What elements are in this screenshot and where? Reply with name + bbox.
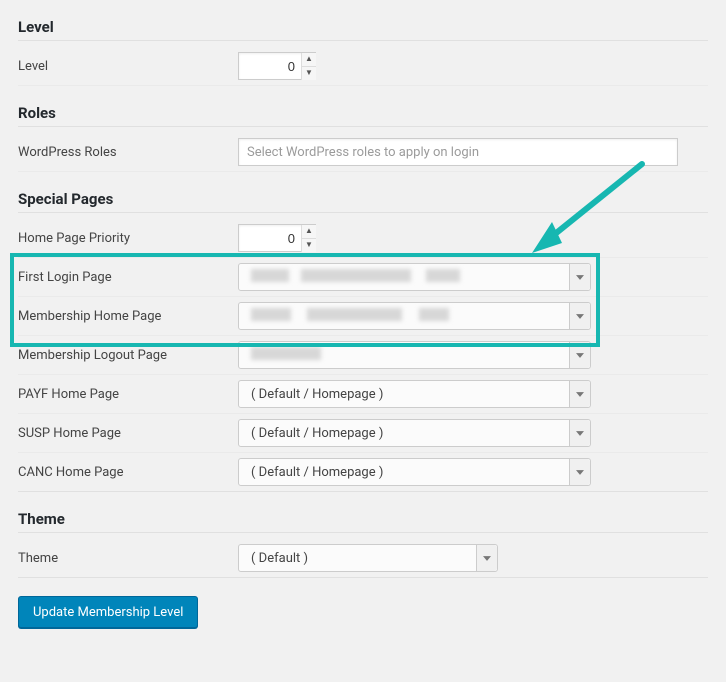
chevron-down-icon: [569, 420, 590, 446]
chevron-down-icon: [569, 381, 590, 407]
membership-logout-page-select[interactable]: [238, 341, 591, 369]
canc-home-page-select[interactable]: ( Default / Homepage ): [238, 458, 591, 486]
first-login-page-label: First Login Page: [18, 262, 238, 293]
theme-value: ( Default ): [251, 551, 476, 566]
payf-home-page-select[interactable]: ( Default / Homepage ): [238, 380, 591, 408]
susp-home-page-value: ( Default / Homepage ): [251, 426, 569, 441]
home-page-priority-input[interactable]: [245, 230, 297, 247]
canc-home-page-value: ( Default / Homepage ): [251, 465, 569, 480]
row-payf-home-page: PAYF Home Page ( Default / Homepage ): [18, 375, 708, 414]
home-page-priority-spin-down[interactable]: ▼: [302, 239, 316, 252]
level-input-wrap: ▲ ▼: [238, 52, 316, 80]
susp-home-page-label: SUSP Home Page: [18, 418, 238, 449]
row-home-page-priority: Home Page Priority ▲ ▼: [18, 219, 708, 258]
membership-home-page-value: [251, 308, 569, 325]
theme-select[interactable]: ( Default ): [238, 544, 498, 572]
membership-home-page-label: Membership Home Page: [18, 301, 238, 332]
roles-placeholder: Select WordPress roles to apply on login: [247, 145, 479, 160]
roles-label: WordPress Roles: [18, 137, 238, 168]
row-canc-home-page: CANC Home Page ( Default / Homepage ): [18, 453, 708, 492]
first-login-page-select[interactable]: [238, 263, 591, 291]
level-spinners: ▲ ▼: [301, 53, 316, 80]
membership-logout-page-value: [251, 347, 569, 364]
row-roles: WordPress Roles Select WordPress roles t…: [18, 133, 708, 172]
theme-label: Theme: [18, 543, 238, 574]
membership-home-page-select[interactable]: [238, 302, 591, 330]
canc-home-page-label: CANC Home Page: [18, 457, 238, 488]
section-heading-roles: Roles: [18, 104, 708, 127]
row-membership-logout-page: Membership Logout Page: [18, 336, 708, 375]
row-theme: Theme ( Default ): [18, 539, 708, 578]
payf-home-page-label: PAYF Home Page: [18, 379, 238, 410]
section-heading-theme: Theme: [18, 510, 708, 533]
chevron-down-icon: [569, 264, 590, 290]
home-page-priority-spinners: ▲ ▼: [301, 225, 316, 252]
home-page-priority-input-wrap: ▲ ▼: [238, 224, 316, 252]
section-heading-special-pages: Special Pages: [18, 190, 708, 213]
row-susp-home-page: SUSP Home Page ( Default / Homepage ): [18, 414, 708, 453]
section-heading-level: Level: [18, 18, 708, 41]
chevron-down-icon: [569, 303, 590, 329]
level-spin-up[interactable]: ▲: [302, 53, 316, 67]
home-page-priority-label: Home Page Priority: [18, 223, 238, 254]
membership-logout-page-label: Membership Logout Page: [18, 340, 238, 371]
roles-select[interactable]: Select WordPress roles to apply on login: [238, 138, 678, 166]
row-level: Level ▲ ▼: [18, 47, 708, 86]
chevron-down-icon: [476, 545, 497, 571]
level-spin-down[interactable]: ▼: [302, 67, 316, 80]
level-label: Level: [18, 51, 238, 82]
row-first-login-page: First Login Page: [18, 258, 708, 297]
chevron-down-icon: [569, 459, 590, 485]
update-membership-level-button[interactable]: Update Membership Level: [18, 596, 198, 628]
home-page-priority-spin-up[interactable]: ▲: [302, 225, 316, 239]
payf-home-page-value: ( Default / Homepage ): [251, 387, 569, 402]
chevron-down-icon: [569, 342, 590, 368]
susp-home-page-select[interactable]: ( Default / Homepage ): [238, 419, 591, 447]
row-membership-home-page: Membership Home Page: [18, 297, 708, 336]
first-login-page-value: [251, 269, 569, 286]
level-input[interactable]: [245, 58, 297, 75]
